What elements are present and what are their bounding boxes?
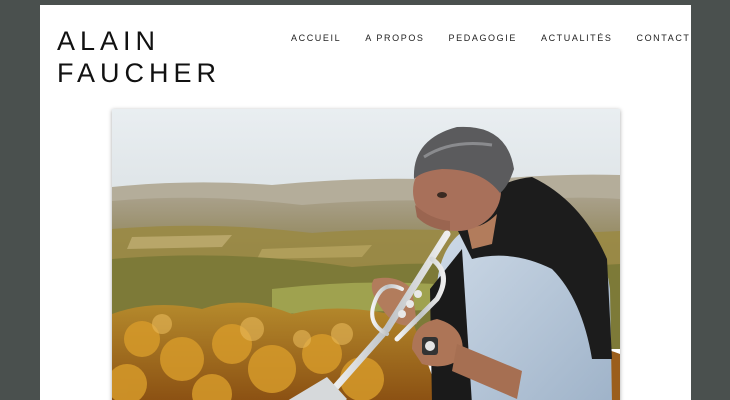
site-title[interactable]: ALAIN FAUCHER [57, 25, 221, 89]
main-nav: ACCUEIL A PROPOS PEDAGOGIE ACTUALITÉS CO… [291, 32, 691, 44]
nav-item-a-propos[interactable]: A PROPOS [365, 32, 424, 44]
site-title-line1: ALAIN [57, 26, 161, 56]
site-title-line2: FAUCHER [57, 58, 222, 88]
nav-item-contact[interactable]: CONTACT [636, 32, 690, 44]
hero-image [112, 109, 620, 400]
trumpet-player-photo [112, 109, 620, 400]
nav-item-accueil[interactable]: ACCUEIL [291, 32, 341, 44]
nav-item-pedagogie[interactable]: PEDAGOGIE [449, 32, 517, 44]
nav-item-actualites[interactable]: ACTUALITÉS [541, 32, 613, 44]
page-container: ALAIN FAUCHER ACCUEIL A PROPOS PEDAGOGIE… [40, 5, 691, 400]
